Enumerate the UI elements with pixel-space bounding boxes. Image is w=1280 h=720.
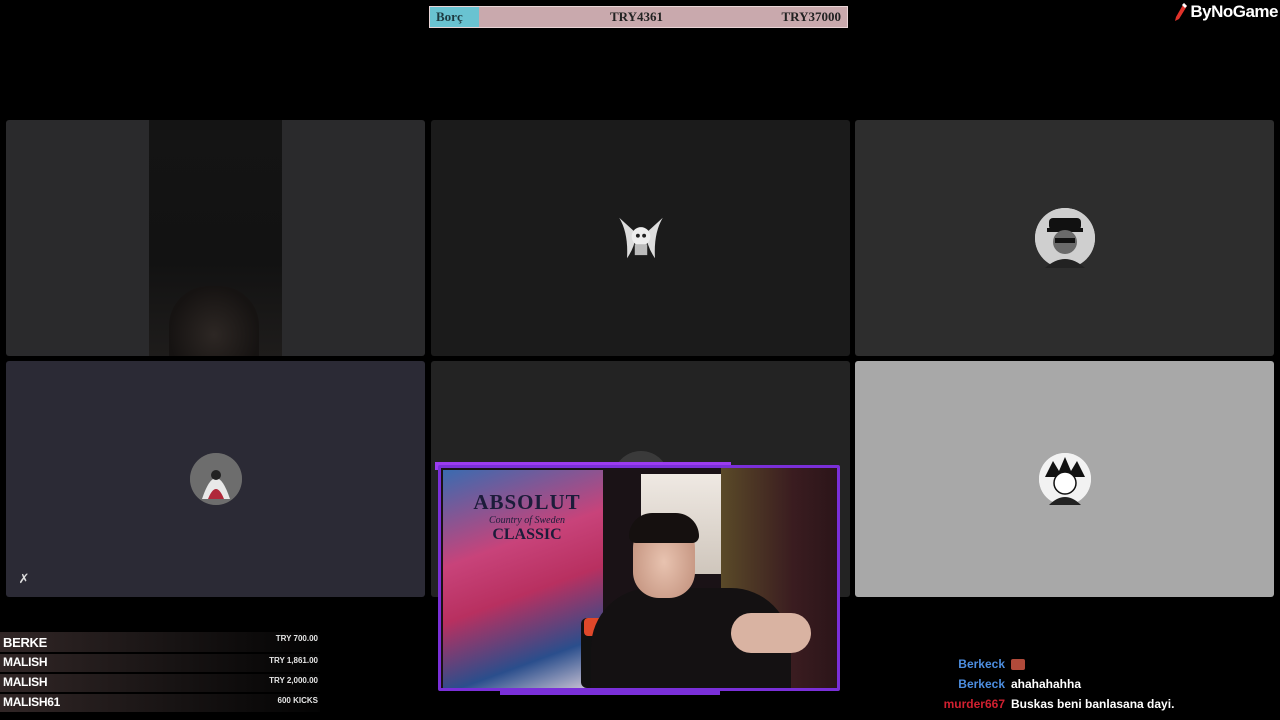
chat-message: Berkeck ahahahahha bbox=[935, 674, 1280, 694]
donation-row: BERKE TRY 700.00 bbox=[0, 632, 320, 652]
participant-tile-camera[interactable] bbox=[6, 120, 425, 356]
donation-amount: 600 KICKS bbox=[277, 696, 318, 705]
donation-amount: TRY 700.00 bbox=[275, 634, 318, 643]
participant-face bbox=[169, 286, 259, 356]
chat-username: Berkeck bbox=[958, 657, 1005, 671]
pen-icon bbox=[1175, 3, 1188, 21]
hooded-assassin-avatar bbox=[189, 453, 242, 505]
donation-row: MALISH TRY 1,861.00 bbox=[0, 654, 320, 672]
chat-text: ahahahahha bbox=[1011, 677, 1082, 691]
streamer-hair bbox=[629, 513, 699, 543]
goal-target-amount: TRY37000 bbox=[781, 9, 842, 24]
donor-name: MALISH61 bbox=[3, 695, 60, 709]
goal-current-amount: TRY4361 bbox=[610, 9, 663, 24]
chat-username: murder667 bbox=[943, 697, 1005, 711]
brand-logo: ByNoGame bbox=[1174, 2, 1278, 22]
streamer-webcam: ABSOLUT Country of Sweden CLASSIC bbox=[438, 465, 840, 691]
participant-tile-2[interactable] bbox=[431, 120, 850, 356]
chat-username: Berkeck bbox=[958, 677, 1005, 691]
participant-tile-4[interactable]: ✗ bbox=[6, 361, 425, 597]
wall-poster: ABSOLUT Country of Sweden CLASSIC bbox=[443, 470, 603, 688]
rapper-avatar bbox=[1034, 208, 1095, 268]
donation-row: MALISH61 600 KICKS bbox=[0, 694, 320, 712]
chat-message: Berkeck bbox=[935, 654, 1280, 674]
brand-name: ByNoGame bbox=[1190, 2, 1278, 21]
winged-skull-avatar bbox=[613, 210, 669, 266]
poster-brand: ABSOLUT bbox=[473, 490, 581, 514]
streamer-arm bbox=[731, 613, 811, 653]
participant-tile-3[interactable] bbox=[855, 120, 1274, 356]
poster-kind: CLASSIC bbox=[492, 526, 562, 543]
donation-row: MALISH TRY 2,000.00 bbox=[0, 674, 320, 692]
donor-name: MALISH bbox=[3, 675, 48, 689]
webcam-frame-bottom-accent bbox=[500, 688, 720, 695]
participant-tile-6[interactable] bbox=[855, 361, 1274, 597]
goal-label: Borç bbox=[436, 9, 463, 24]
participant-camera-feed bbox=[149, 120, 282, 356]
chat-message: murder667 Buskas beni banlasana dayi. bbox=[935, 694, 1280, 714]
chat-overlay: Berkeck Berkeck ahahahahha murder667 Bus… bbox=[935, 654, 1280, 714]
manga-avatar bbox=[1038, 453, 1091, 505]
donation-amount: TRY 2,000.00 bbox=[269, 676, 318, 685]
donation-list: BERKE TRY 700.00 MALISH TRY 1,861.00 MAL… bbox=[0, 632, 320, 714]
donation-goal-bar: Borç TRY4361 TRY37000 bbox=[429, 6, 848, 28]
emote-icon bbox=[1011, 658, 1025, 670]
donation-amount: TRY 1,861.00 bbox=[269, 656, 318, 665]
donor-name: BERKE bbox=[3, 635, 48, 650]
poster-subtitle: Country of Sweden bbox=[488, 515, 566, 526]
muted-mic-icon: ✗ bbox=[18, 571, 30, 586]
chat-text: Buskas beni banlasana dayi. bbox=[1011, 697, 1175, 711]
donor-name: MALISH bbox=[3, 655, 48, 669]
